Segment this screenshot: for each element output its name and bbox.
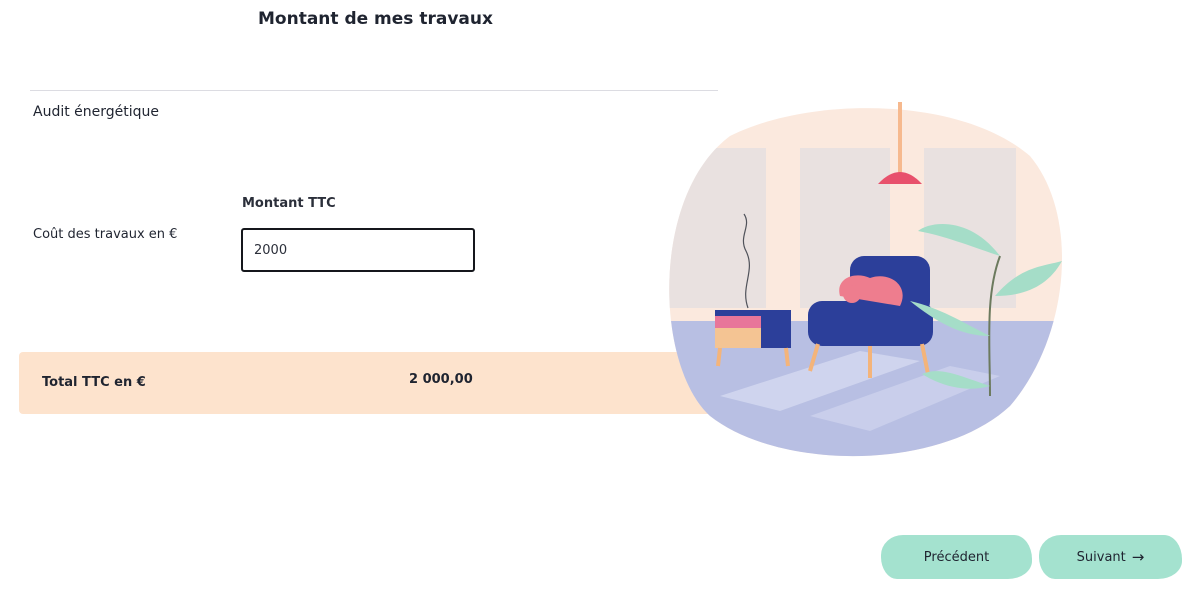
amount-input[interactable] [241, 228, 475, 272]
previous-button-label: Précédent [923, 549, 990, 565]
cost-row-label: Coût des travaux en € [33, 227, 178, 242]
total-label: Total TTC en € [42, 375, 146, 390]
section-title: Audit énergétique [33, 104, 160, 120]
arrow-right-icon: → [1131, 548, 1145, 566]
section-divider [30, 90, 718, 91]
next-button[interactable]: Suivant → [1039, 535, 1182, 579]
total-value: 2 000,00 [409, 372, 473, 387]
living-room-illustration [669, 102, 1063, 457]
previous-button[interactable]: Précédent [881, 535, 1032, 579]
next-button-label: Suivant [1076, 549, 1126, 565]
amount-column-header: Montant TTC [242, 196, 336, 211]
page-title: Montant de mes travaux [258, 9, 493, 29]
